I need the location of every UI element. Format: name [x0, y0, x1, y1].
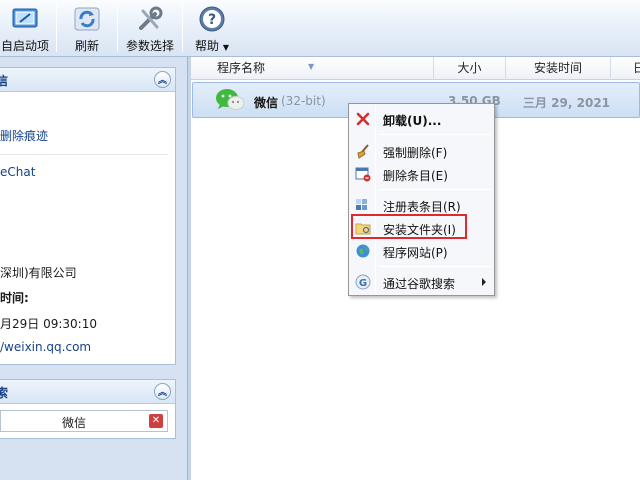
website-link[interactable]: /weixin.qq.com	[0, 340, 91, 354]
program-name-text: eChat	[0, 165, 36, 179]
preferences-button[interactable]: 参数选择	[121, 0, 179, 56]
startup-icon	[10, 4, 40, 34]
startup-items-button[interactable]: 自启动项	[0, 0, 52, 56]
program-details-group: 信 ︽ 删除痕迹 eChat 深圳)有限公司 时间: 月29日 09:30:10…	[0, 67, 176, 365]
menu-item-label: 卸载(U)...	[383, 114, 442, 128]
menu-item-label: 注册表条目(R)	[383, 200, 461, 214]
clear-search-icon[interactable]: ✕	[149, 414, 163, 428]
startup-items-label: 自启动项	[0, 39, 49, 53]
install-time-value: 月29日 09:30:10	[0, 317, 97, 331]
menu-item-label: 强制删除(F)	[383, 146, 448, 160]
refresh-label: 刷新	[74, 39, 99, 53]
menu-item-label: 删除条目(E)	[383, 169, 448, 183]
menu-item-label: 程序网站(P)	[383, 246, 448, 260]
program-arch: (32-bit)	[281, 94, 326, 108]
red-x-icon	[355, 111, 371, 127]
refresh-button[interactable]: 刷新	[60, 0, 114, 56]
context-menu: 卸载(U)... 强制删除(F) 删除条目(E) 注册表条目(R) 安装文件夹(…	[348, 103, 495, 296]
help-button[interactable]: ? 帮助 ▼	[188, 0, 236, 56]
search-group-header[interactable]: 索 ︽	[0, 380, 175, 404]
toolbar: 自启动项 刷新 参数选择 ? 帮助 ▼	[0, 0, 640, 57]
menu-separator	[379, 189, 492, 190]
menu-separator	[379, 134, 492, 135]
search-group: 索 ︽ 微信 ✕	[0, 379, 176, 439]
search-input[interactable]: 微信 ✕	[0, 410, 168, 432]
list-header: 程序名称 ▼ 大小 安装时间 日	[191, 57, 640, 80]
toolbar-divider	[182, 4, 183, 52]
toolbar-divider	[56, 4, 57, 52]
collapse-chevron-icon[interactable]: ︽	[154, 383, 171, 400]
search-group-title: 索	[0, 386, 9, 400]
refresh-icon	[72, 4, 102, 34]
google-icon: G	[355, 274, 371, 290]
svg-text:?: ?	[208, 12, 216, 28]
search-value: 微信	[61, 416, 86, 430]
divider	[0, 154, 168, 155]
help-icon: ?	[197, 4, 227, 34]
preferences-label: 参数选择	[125, 39, 174, 53]
install-time-label: 时间:	[0, 291, 29, 305]
details-group-title: 信	[0, 74, 9, 88]
publisher-text: 深圳)有限公司	[0, 266, 77, 280]
menu-item-label: 通过谷歌搜索	[383, 277, 456, 291]
column-extra-label: 日	[633, 61, 640, 75]
column-program-name[interactable]: 程序名称 ▼	[191, 57, 434, 80]
svg-text:G: G	[359, 278, 367, 289]
help-label: 帮助	[195, 39, 220, 53]
wechat-app-icon	[215, 87, 247, 116]
column-install-time[interactable]: 安装时间	[506, 57, 611, 80]
menu-item-delete-entry[interactable]: 删除条目(E)	[351, 163, 492, 185]
remove-traces-link[interactable]: 删除痕迹	[0, 127, 48, 144]
tools-icon	[135, 4, 165, 34]
highlight-box	[351, 214, 467, 239]
toolbar-divider	[117, 4, 118, 52]
menu-item-uninstall[interactable]: 卸载(U)...	[351, 108, 492, 130]
window-delete-icon	[355, 166, 371, 182]
column-extra[interactable]: 日	[611, 57, 640, 80]
menu-item-force-remove[interactable]: 强制删除(F)	[351, 140, 492, 162]
collapse-chevron-icon[interactable]: ︽	[154, 71, 171, 88]
menu-item-google-search[interactable]: G 通过谷歌搜索	[351, 271, 492, 293]
menu-separator	[379, 266, 492, 267]
details-group-header[interactable]: 信 ︽	[0, 68, 175, 92]
menu-item-registry-entry[interactable]: 注册表条目(R)	[351, 194, 492, 216]
sort-arrow-icon: ▼	[308, 62, 315, 71]
column-size[interactable]: 大小	[434, 57, 506, 80]
globe-icon	[355, 243, 371, 259]
column-program-name-label: 程序名称	[217, 61, 266, 75]
left-panel: 信 ︽ 删除痕迹 eChat 深圳)有限公司 时间: 月29日 09:30:10…	[0, 57, 190, 480]
column-size-label: 大小	[457, 61, 482, 75]
program-name: 微信	[254, 96, 279, 110]
help-label-wrap: 帮助 ▼	[195, 37, 229, 54]
submenu-arrow-icon	[482, 278, 486, 286]
menu-item-program-website[interactable]: 程序网站(P)	[351, 240, 492, 262]
dropdown-arrow-icon: ▼	[222, 43, 229, 52]
column-install-time-label: 安装时间	[533, 61, 582, 75]
program-install-date: 三月 29, 2021	[523, 96, 611, 110]
registry-icon	[355, 197, 371, 213]
broom-icon	[355, 143, 371, 159]
